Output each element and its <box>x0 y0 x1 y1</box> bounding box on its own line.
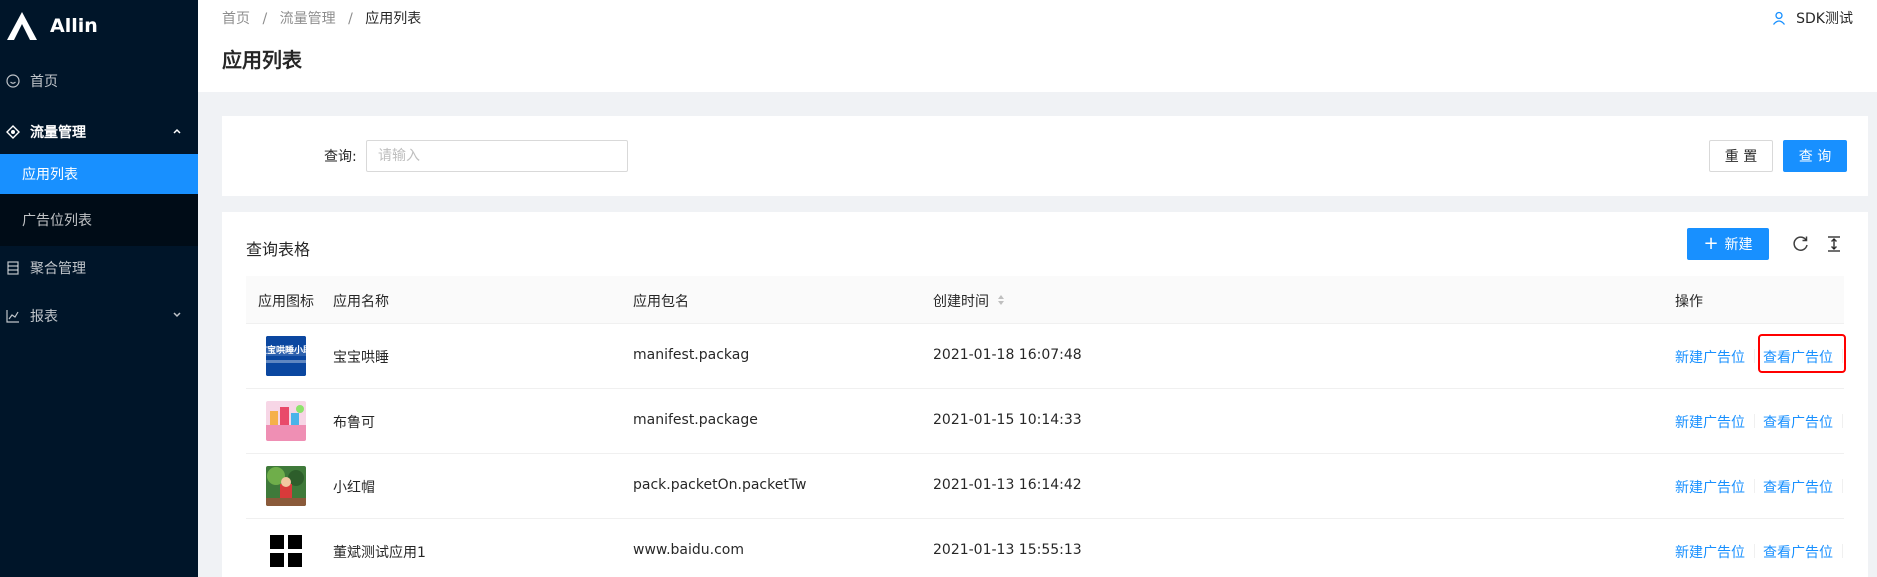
view-ad-slot-link[interactable]: 查看广告位 <box>1763 477 1833 497</box>
app-package: manifest.packag <box>633 347 750 363</box>
breadcrumb-current: 应用列表 <box>365 11 422 27</box>
column-header-name: 应用名称 <box>333 294 389 310</box>
allin-logo-icon <box>7 12 37 40</box>
action-divider <box>1754 349 1755 363</box>
action-divider <box>1842 479 1843 493</box>
action-divider <box>1754 414 1755 428</box>
new-button-label: 新建 <box>1724 237 1753 253</box>
baby-sleep-app-icon: 宝宝哄睡小助手 <box>266 336 306 376</box>
app-name: 董斌测试应用1 <box>333 545 426 561</box>
breadcrumb-separator: / <box>348 11 353 27</box>
app-package: pack.packetOn.packetTw <box>633 477 807 493</box>
app-package: www.baidu.com <box>633 542 744 558</box>
app-package: manifest.package <box>633 412 758 428</box>
table-row: 董斌测试应用1 www.baidu.com 2021-01-13 15:55:1… <box>246 519 1844 577</box>
sidebar-item-traffic[interactable]: 流量管理 <box>0 110 198 154</box>
view-ad-slot-link[interactable]: 查看广告位 <box>1763 412 1833 432</box>
table-row: 布鲁可 manifest.package 2021-01-15 10:14:33… <box>246 389 1844 454</box>
line-chart-icon <box>6 309 20 323</box>
app-created: 2021-01-15 10:14:33 <box>933 412 1082 428</box>
sidebar-item-label: 报表 <box>30 309 58 325</box>
grid-app-icon <box>266 531 306 571</box>
action-divider <box>1842 544 1843 558</box>
table-row: 宝宝哄睡小助手 宝宝哄睡 manifest.packag 2021-01-18 … <box>246 324 1846 389</box>
query-button[interactable]: 查 询 <box>1783 140 1847 172</box>
search-input[interactable] <box>366 140 628 172</box>
traffic-icon <box>6 125 20 139</box>
sidebar: Allin 首页 流量管理 应用列表 广告位列表 聚合管理 报表 <box>0 0 198 577</box>
sidebar-item-label: 聚合管理 <box>30 261 86 277</box>
table-title: 查询表格 <box>246 240 311 259</box>
new-ad-slot-link[interactable]: 新建广告位 <box>1675 477 1745 497</box>
sidebar-item-home[interactable]: 首页 <box>0 52 198 110</box>
column-header-created-label: 创建时间 <box>933 294 989 310</box>
app-created: 2021-01-13 16:14:42 <box>933 477 1082 493</box>
action-divider <box>1842 414 1843 428</box>
database-icon <box>6 261 20 275</box>
search-label: 查询: <box>324 149 357 165</box>
highlight-box <box>1758 334 1846 373</box>
breadcrumb-separator: / <box>262 11 268 27</box>
chevron-up-icon <box>172 124 182 140</box>
page-title: 应用列表 <box>222 48 302 72</box>
search-form: 查询: 重 置 查 询 <box>222 116 1868 196</box>
action-divider <box>1754 479 1755 493</box>
breadcrumb-traffic[interactable]: 流量管理 <box>280 11 336 27</box>
breadcrumb: 首页 / 流量管理 / 应用列表 <box>222 8 421 28</box>
plus-icon: + <box>1703 233 1719 254</box>
app-created: 2021-01-13 15:55:13 <box>933 542 1082 558</box>
breadcrumb-home[interactable]: 首页 <box>222 11 250 27</box>
new-ad-slot-link[interactable]: 新建广告位 <box>1675 347 1745 367</box>
page-header: 首页 / 流量管理 / 应用列表 应用列表 SDK测试 <box>198 0 1877 92</box>
sidebar-item-app-list[interactable]: 应用列表 <box>0 154 198 194</box>
reset-button[interactable]: 重 置 <box>1709 140 1773 172</box>
bloks-app-icon <box>266 401 306 441</box>
sidebar-item-label: 首页 <box>30 74 58 90</box>
view-ad-slot-link[interactable]: 查看广告位 <box>1763 542 1833 562</box>
action-divider <box>1754 544 1755 558</box>
sidebar-item-label: 流量管理 <box>30 125 86 141</box>
app-icon-text: 宝宝哄睡小助手 <box>266 346 306 356</box>
user-menu[interactable]: SDK测试 <box>1772 8 1853 28</box>
sidebar-item-reports[interactable]: 报表 <box>0 290 198 342</box>
chevron-down-icon <box>172 308 182 324</box>
table-card: 查询表格 + 新建 应用图标 应用名称 应用包名 创建时间 操作 宝哄睡小 宝宝… <box>222 212 1868 577</box>
user-name: SDK测试 <box>1796 11 1853 27</box>
column-header-icon: 应用图标 <box>258 294 314 310</box>
app-name: 宝宝哄睡 <box>333 350 389 366</box>
sidebar-item-ad-slot-list[interactable]: 广告位列表 <box>0 194 198 246</box>
sort-icon[interactable] <box>997 294 1005 310</box>
traffic-submenu: 应用列表 广告位列表 <box>0 154 198 246</box>
app-name: 布鲁可 <box>333 415 375 431</box>
column-header-created[interactable]: 创建时间 <box>933 291 1005 311</box>
app-name: 小红帽 <box>333 480 375 496</box>
smile-icon <box>6 74 20 88</box>
table-header: 应用图标 应用名称 应用包名 创建时间 操作 <box>246 276 1844 324</box>
logo[interactable]: Allin <box>0 0 198 52</box>
table-row: 小红帽 pack.packetOn.packetTw 2021-01-13 16… <box>246 454 1844 519</box>
column-header-actions: 操作 <box>1675 294 1703 310</box>
new-ad-slot-link[interactable]: 新建广告位 <box>1675 412 1745 432</box>
reload-icon[interactable] <box>1791 234 1811 254</box>
new-button[interactable]: + 新建 <box>1687 228 1769 260</box>
little-red-hat-app-icon <box>266 466 306 506</box>
app-table: 应用图标 应用名称 应用包名 创建时间 操作 宝宝哄睡小助手 宝宝哄睡 <box>246 276 1846 577</box>
column-height-icon[interactable] <box>1824 234 1844 254</box>
new-ad-slot-link[interactable]: 新建广告位 <box>1675 542 1745 562</box>
logo-text: Allin <box>50 15 98 37</box>
user-icon <box>1773 11 1786 25</box>
app-created: 2021-01-18 16:07:48 <box>933 347 1082 363</box>
sidebar-item-aggregation[interactable]: 聚合管理 <box>0 246 198 290</box>
column-header-package: 应用包名 <box>633 294 689 310</box>
